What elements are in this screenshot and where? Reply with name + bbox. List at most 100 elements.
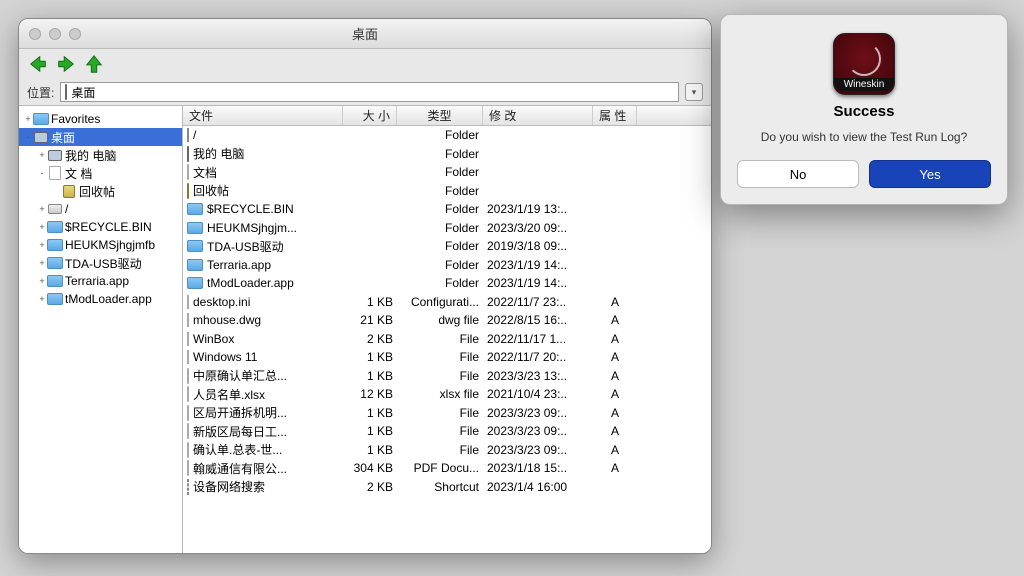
titlebar[interactable]: 桌面 xyxy=(19,19,711,49)
table-row[interactable]: 我的 电脑Folder xyxy=(183,145,711,164)
table-row[interactable]: 人员名单.xlsx12 KBxlsx file2021/10/4 23:..A xyxy=(183,385,711,404)
table-row[interactable]: 确认单.总表-世...1 KBFile2023/3/23 09:..A xyxy=(183,441,711,460)
file-attr: A xyxy=(593,369,637,383)
table-row[interactable]: Windows 111 KBFile2022/11/7 20:..A xyxy=(183,348,711,367)
zoom-window-icon[interactable] xyxy=(69,28,81,40)
tree-item[interactable]: +HEUKMSjhgjmfb xyxy=(19,236,182,254)
close-window-icon[interactable] xyxy=(29,28,41,40)
table-row[interactable]: tModLoader.appFolder2023/1/19 14:.. xyxy=(183,274,711,293)
table-row[interactable]: 新版区局每日工...1 KBFile2023/3/23 09:..A xyxy=(183,422,711,441)
file-type: Folder xyxy=(397,221,483,235)
table-row[interactable]: desktop.ini1 KBConfigurati...2022/11/7 2… xyxy=(183,293,711,312)
col-attr[interactable]: 属 性 xyxy=(593,106,637,125)
tree-item[interactable]: -文 档 xyxy=(19,164,182,182)
yes-button[interactable]: Yes xyxy=(869,160,991,188)
col-file[interactable]: 文件 xyxy=(183,106,343,125)
file-type: Folder xyxy=(397,184,483,198)
window-title: 桌面 xyxy=(19,24,711,43)
file-name: 我的 电脑 xyxy=(193,145,244,162)
file-type: Shortcut xyxy=(397,480,483,494)
file-modified: 2023/1/18 15:.. xyxy=(483,461,593,475)
nav-back-button[interactable] xyxy=(27,53,49,75)
doc-icon xyxy=(187,313,189,327)
col-modified[interactable]: 修 改 xyxy=(483,106,593,125)
disclosure-icon[interactable]: + xyxy=(37,222,47,232)
file-name: desktop.ini xyxy=(193,295,250,309)
tree-item[interactable]: 回收帖 xyxy=(19,182,182,200)
folder-icon xyxy=(47,292,63,306)
location-dropdown[interactable]: ▾ xyxy=(685,83,703,101)
dialog-buttons: No Yes xyxy=(737,160,991,188)
location-field[interactable]: 桌面 xyxy=(60,82,679,102)
disclosure-icon[interactable]: - xyxy=(23,132,33,142)
file-attr: A xyxy=(593,350,637,364)
nav-up-button[interactable] xyxy=(83,53,105,75)
col-size[interactable]: 大 小 xyxy=(343,106,397,125)
file-size: 1 KB xyxy=(343,443,397,457)
file-modified: 2022/8/15 16:.. xyxy=(483,313,593,327)
col-type[interactable]: 类型 xyxy=(397,106,483,125)
file-type: File xyxy=(397,406,483,420)
no-button[interactable]: No xyxy=(737,160,859,188)
table-row[interactable]: 设备网络搜索2 KBShortcut2023/1/4 16:00 xyxy=(183,478,711,497)
tree-item[interactable]: +$RECYCLE.BIN xyxy=(19,218,182,236)
file-list-pane: 文件 大 小 类型 修 改 属 性 /Folder我的 电脑Folder文档Fo… xyxy=(183,106,711,553)
minimize-window-icon[interactable] xyxy=(49,28,61,40)
file-modified: 2022/11/7 20:.. xyxy=(483,350,593,364)
file-type: Configurati... xyxy=(397,295,483,309)
table-row[interactable]: HEUKMSjhgjm...Folder2023/3/20 09:.. xyxy=(183,219,711,238)
folder-tree[interactable]: + Favorites - 桌面+我的 电脑-文 档回收帖+/+$RECYCLE.BI… xyxy=(19,106,183,553)
disclosure-icon[interactable]: + xyxy=(37,204,47,214)
disclosure-icon[interactable]: + xyxy=(37,294,47,304)
table-row[interactable]: 回收帖Folder xyxy=(183,182,711,201)
table-row[interactable]: mhouse.dwg21 KBdwg file2022/8/15 16:..A xyxy=(183,311,711,330)
tree-item[interactable]: +tModLoader.app xyxy=(19,290,182,308)
file-size: 1 KB xyxy=(343,295,397,309)
table-row[interactable]: WinBox2 KBFile2022/11/17 1...A xyxy=(183,330,711,349)
file-modified: 2023/3/23 09:.. xyxy=(483,406,593,420)
file-modified: 2021/10/4 23:.. xyxy=(483,387,593,401)
table-row[interactable]: $RECYCLE.BINFolder2023/1/19 13:.. xyxy=(183,200,711,219)
file-size: 1 KB xyxy=(343,369,397,383)
file-type: File xyxy=(397,332,483,346)
disclosure-icon[interactable]: + xyxy=(37,258,47,268)
tree-item[interactable]: +Terraria.app xyxy=(19,272,182,290)
table-row[interactable]: 文档Folder xyxy=(183,163,711,182)
file-name: $RECYCLE.BIN xyxy=(207,202,294,216)
tree-item-label: 桌面 xyxy=(51,129,75,146)
table-row[interactable]: 中原确认单汇总...1 KBFile2023/3/23 13:..A xyxy=(183,367,711,386)
disclosure-icon[interactable]: + xyxy=(37,276,47,286)
file-name: Terraria.app xyxy=(207,258,271,272)
location-bar: 位置: 桌面 ▾ xyxy=(19,79,711,105)
file-list[interactable]: /Folder我的 电脑Folder文档Folder回收帖Folder$RECY… xyxy=(183,126,711,553)
table-row[interactable]: TDA-USB驱动Folder2019/3/18 09:.. xyxy=(183,237,711,256)
window-controls xyxy=(29,28,81,40)
tree-item[interactable]: - 桌面 xyxy=(19,128,182,146)
file-modified: 2023/1/19 14:.. xyxy=(483,258,593,272)
disclosure-icon[interactable]: - xyxy=(37,168,47,178)
tree-item[interactable]: + Favorites xyxy=(19,110,182,128)
table-row[interactable]: 区局开通拆机明...1 KBFile2023/3/23 09:..A xyxy=(183,404,711,423)
monitor-icon xyxy=(47,148,63,162)
nav-forward-button[interactable] xyxy=(55,53,77,75)
tree-item-label: Favorites xyxy=(51,112,100,126)
file-attr: A xyxy=(593,461,637,475)
file-type: Folder xyxy=(397,276,483,290)
tree-item[interactable]: +/ xyxy=(19,200,182,218)
disclosure-icon[interactable]: + xyxy=(23,114,33,124)
disclosure-icon[interactable]: + xyxy=(37,240,47,250)
table-row[interactable]: /Folder xyxy=(183,126,711,145)
table-row[interactable]: 翰威通信有限公...304 KBPDF Docu...2023/1/18 15:… xyxy=(183,459,711,478)
file-modified: 2023/3/23 09:.. xyxy=(483,443,593,457)
file-size: 1 KB xyxy=(343,406,397,420)
tree-item-label: 回收帖 xyxy=(79,183,115,200)
tree-item[interactable]: +我的 电脑 xyxy=(19,146,182,164)
file-type: PDF Docu... xyxy=(397,461,483,475)
wineskin-logo-icon: Wineskin xyxy=(833,33,895,95)
disclosure-icon[interactable]: + xyxy=(37,150,47,160)
file-name: WinBox xyxy=(193,332,234,346)
tree-item[interactable]: +TDA-USB驱动 xyxy=(19,254,182,272)
table-row[interactable]: Terraria.appFolder2023/1/19 14:.. xyxy=(183,256,711,275)
file-type: Folder xyxy=(397,239,483,253)
file-name: mhouse.dwg xyxy=(193,313,261,327)
